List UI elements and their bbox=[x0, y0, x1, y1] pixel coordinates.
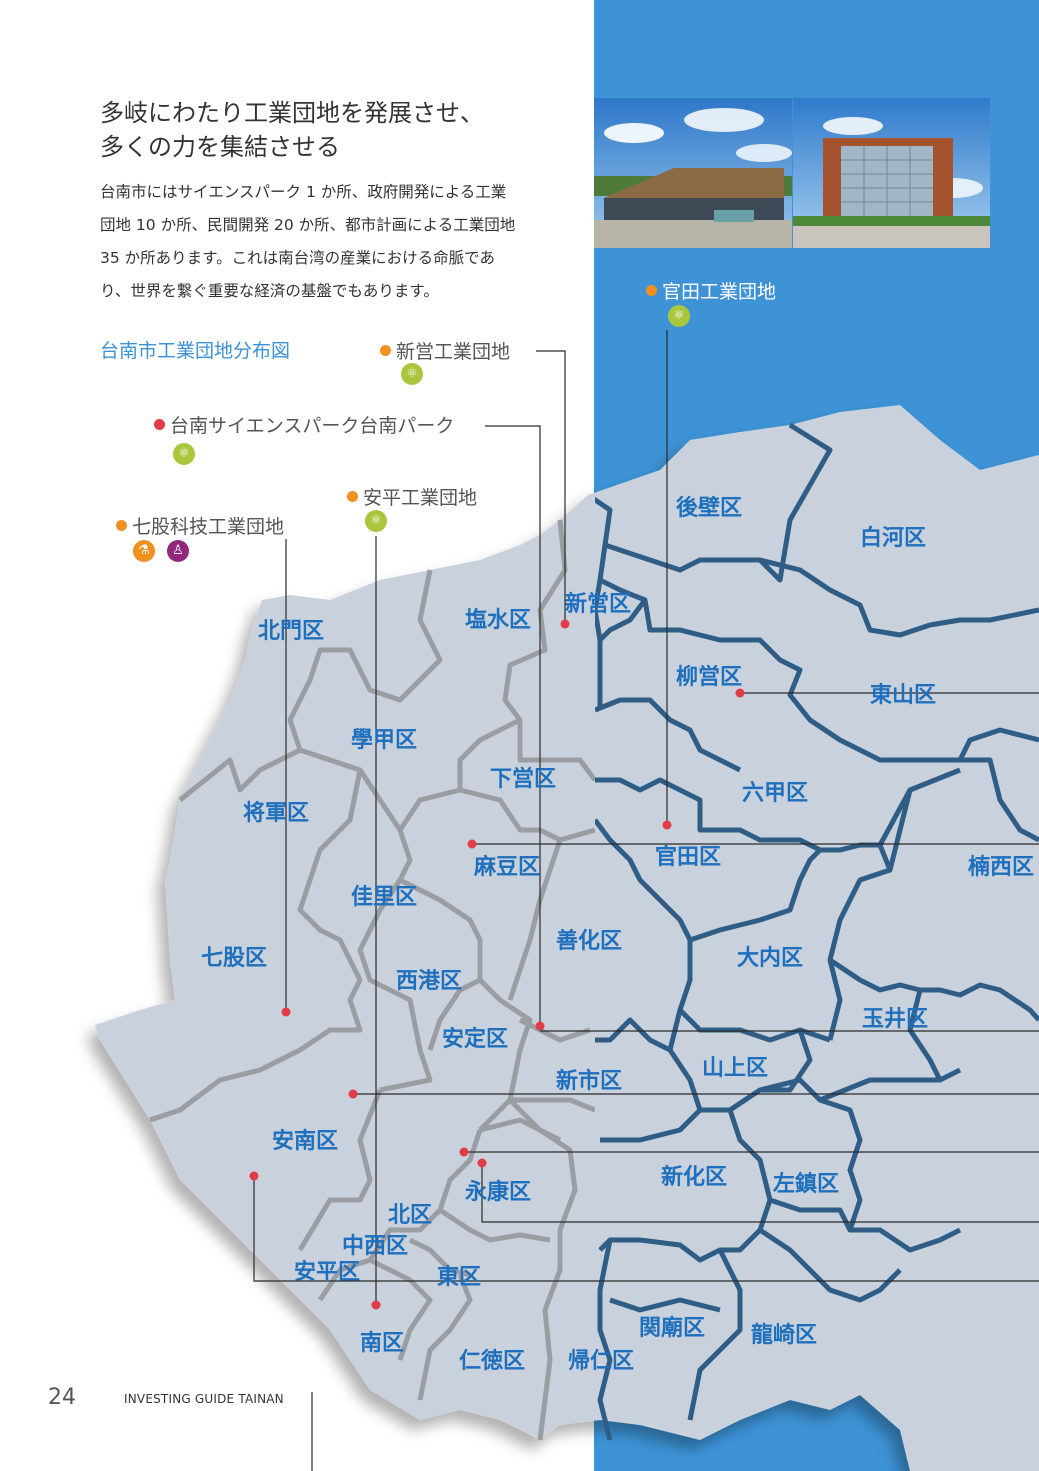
district-jiangjun: 将軍区 bbox=[243, 800, 309, 826]
callout-tainan-science-park: 台南サイエンスパーク台南パーク bbox=[154, 411, 454, 438]
district-houbi: 後壁区 bbox=[676, 495, 742, 521]
atom-icon: ⚛ bbox=[668, 305, 690, 327]
map-marker bbox=[459, 1147, 469, 1157]
person-icon: ♙ bbox=[167, 540, 189, 562]
district-xuejia: 學甲区 bbox=[351, 727, 417, 753]
tainan-industrial-park-map: 後壁区 白河区 新営区 塩水区 北門区 柳営区 東山区 學甲区 下営区 六甲区 … bbox=[95, 330, 1039, 1471]
atom-icon: ⚛ bbox=[365, 510, 387, 532]
district-xinying: 新営区 bbox=[565, 591, 631, 617]
callout-qigu-park: 七股科技工業団地 bbox=[116, 512, 284, 539]
map-marker bbox=[249, 1171, 259, 1181]
callout-label: 新営工業団地 bbox=[396, 341, 511, 363]
district-liuying: 柳営区 bbox=[676, 664, 742, 690]
orange-dot-icon bbox=[646, 285, 657, 296]
district-guanmiao: 関廟区 bbox=[639, 1315, 705, 1341]
map-marker bbox=[281, 1007, 291, 1017]
callout-label: 七股科技工業団地 bbox=[132, 516, 285, 538]
district-north: 北区 bbox=[388, 1203, 432, 1228]
district-dongshan: 東山区 bbox=[870, 683, 936, 708]
district-beimen: 北門区 bbox=[258, 619, 324, 644]
district-qigu: 七股区 bbox=[201, 946, 267, 971]
guide-title: INVESTING GUIDE TAINAN bbox=[124, 1392, 284, 1406]
callout-xinying-park: 新営工業団地 bbox=[380, 337, 510, 364]
district-nanxi: 楠西区 bbox=[968, 854, 1034, 880]
district-annan: 安南区 bbox=[272, 1128, 338, 1154]
callout-guantian-park: 官田工業団地 bbox=[646, 277, 776, 304]
callout-anping-park: 安平工業団地 bbox=[347, 483, 477, 510]
district-rende: 仁徳区 bbox=[459, 1348, 525, 1374]
callout-label: 官田工業団地 bbox=[662, 281, 777, 303]
district-yongkang: 永康区 bbox=[465, 1179, 531, 1205]
district-south: 南区 bbox=[360, 1331, 404, 1356]
callout-label: 安平工業団地 bbox=[363, 487, 478, 509]
district-liujia: 六甲区 bbox=[742, 781, 808, 806]
atom-icon: ⚛ bbox=[401, 363, 423, 385]
district-east: 東区 bbox=[437, 1265, 481, 1290]
district-xiaying: 下営区 bbox=[490, 766, 556, 792]
district-baihe: 白河区 bbox=[860, 525, 926, 551]
district-westcentral: 中西区 bbox=[342, 1234, 408, 1259]
red-dot-icon bbox=[154, 419, 165, 430]
district-yanshui: 塩水区 bbox=[465, 607, 531, 633]
district-xinhua: 新化区 bbox=[661, 1164, 727, 1190]
map-marker bbox=[477, 1158, 487, 1168]
district-xinshi: 新市区 bbox=[556, 1068, 622, 1094]
district-guantian: 官田区 bbox=[655, 844, 721, 870]
orange-dot-icon bbox=[347, 491, 358, 502]
district-yujing: 玉井区 bbox=[862, 1007, 928, 1032]
district-shanshang: 山上区 bbox=[702, 1056, 768, 1081]
district-jiali: 佳里区 bbox=[351, 885, 417, 910]
map-marker bbox=[348, 1089, 358, 1099]
district-shanhua: 善化区 bbox=[556, 928, 622, 954]
map-marker bbox=[371, 1300, 381, 1310]
district-longqi: 龍崎区 bbox=[751, 1322, 817, 1348]
orange-dot-icon bbox=[116, 520, 127, 531]
page-number: 24 bbox=[48, 1385, 76, 1410]
map-marker bbox=[560, 619, 570, 629]
district-danei: 大内区 bbox=[737, 946, 803, 971]
flask-icon: ⚗ bbox=[133, 540, 155, 562]
district-madou: 麻豆区 bbox=[473, 854, 540, 880]
district-anping: 安平区 bbox=[294, 1259, 360, 1285]
atom-icon: ⚛ bbox=[173, 443, 195, 465]
district-zuozhen: 左鎮区 bbox=[773, 1171, 839, 1197]
district-anding: 安定区 bbox=[442, 1026, 508, 1052]
map-marker bbox=[467, 839, 477, 849]
district-guiren: 帰仁区 bbox=[568, 1348, 634, 1374]
map-marker bbox=[535, 1021, 545, 1031]
map-marker bbox=[662, 820, 672, 830]
orange-dot-icon bbox=[380, 345, 391, 356]
callout-label: 台南サイエンスパーク台南パーク bbox=[170, 415, 455, 437]
district-xigang: 西港区 bbox=[396, 969, 462, 994]
